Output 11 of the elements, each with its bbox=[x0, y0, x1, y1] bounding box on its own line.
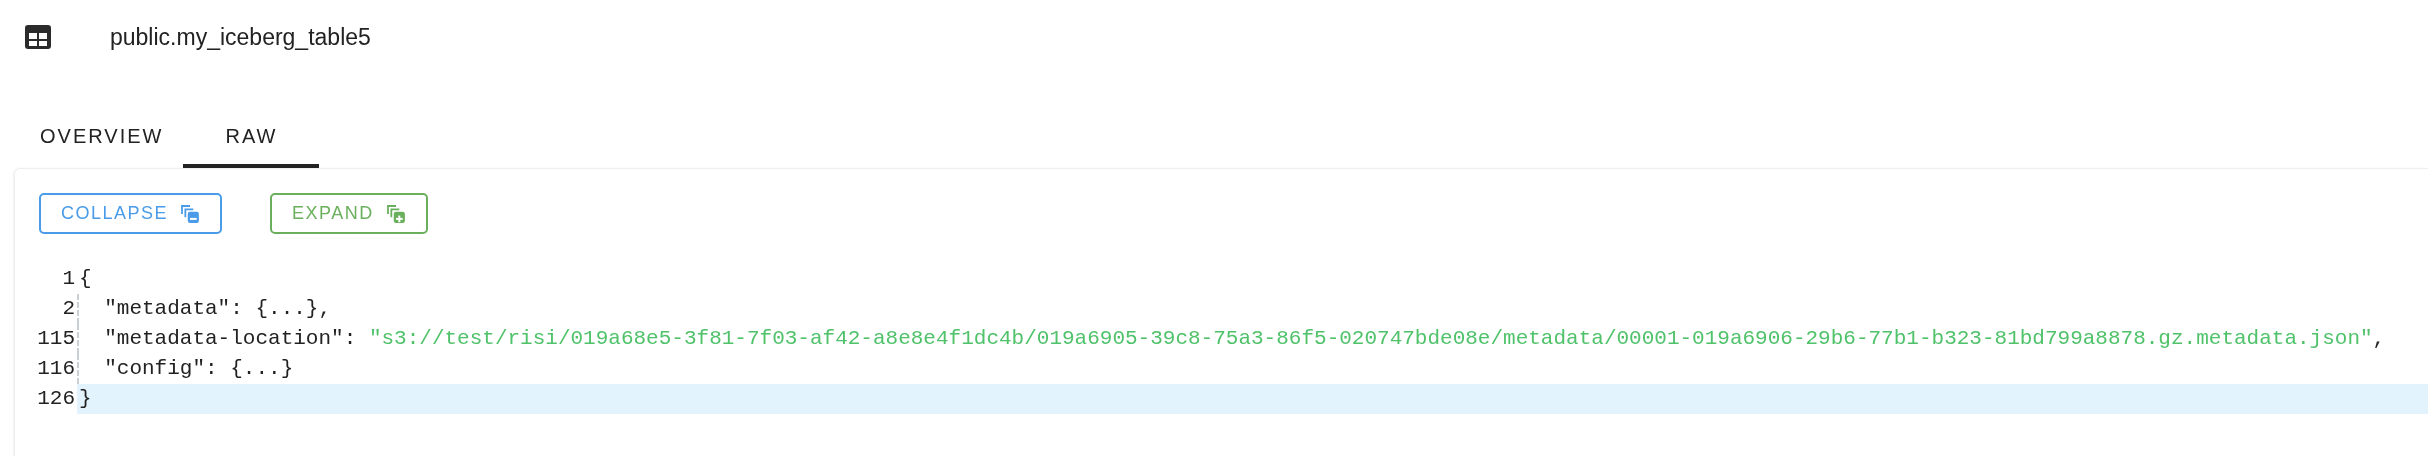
table-title: public.my_iceberg_table5 bbox=[110, 22, 371, 52]
tab[interactable]: RAW bbox=[183, 108, 320, 168]
line-number: 116 bbox=[36, 356, 76, 382]
expand-icon bbox=[385, 203, 406, 224]
collapse-icon bbox=[180, 203, 201, 224]
table-icon bbox=[24, 24, 52, 50]
tab[interactable]: OVERVIEW bbox=[20, 108, 184, 168]
line-number: 2 bbox=[61, 296, 76, 322]
line-number: 1 bbox=[61, 266, 76, 292]
line-number: 115 bbox=[36, 326, 76, 352]
line-number: 126 bbox=[36, 386, 76, 412]
